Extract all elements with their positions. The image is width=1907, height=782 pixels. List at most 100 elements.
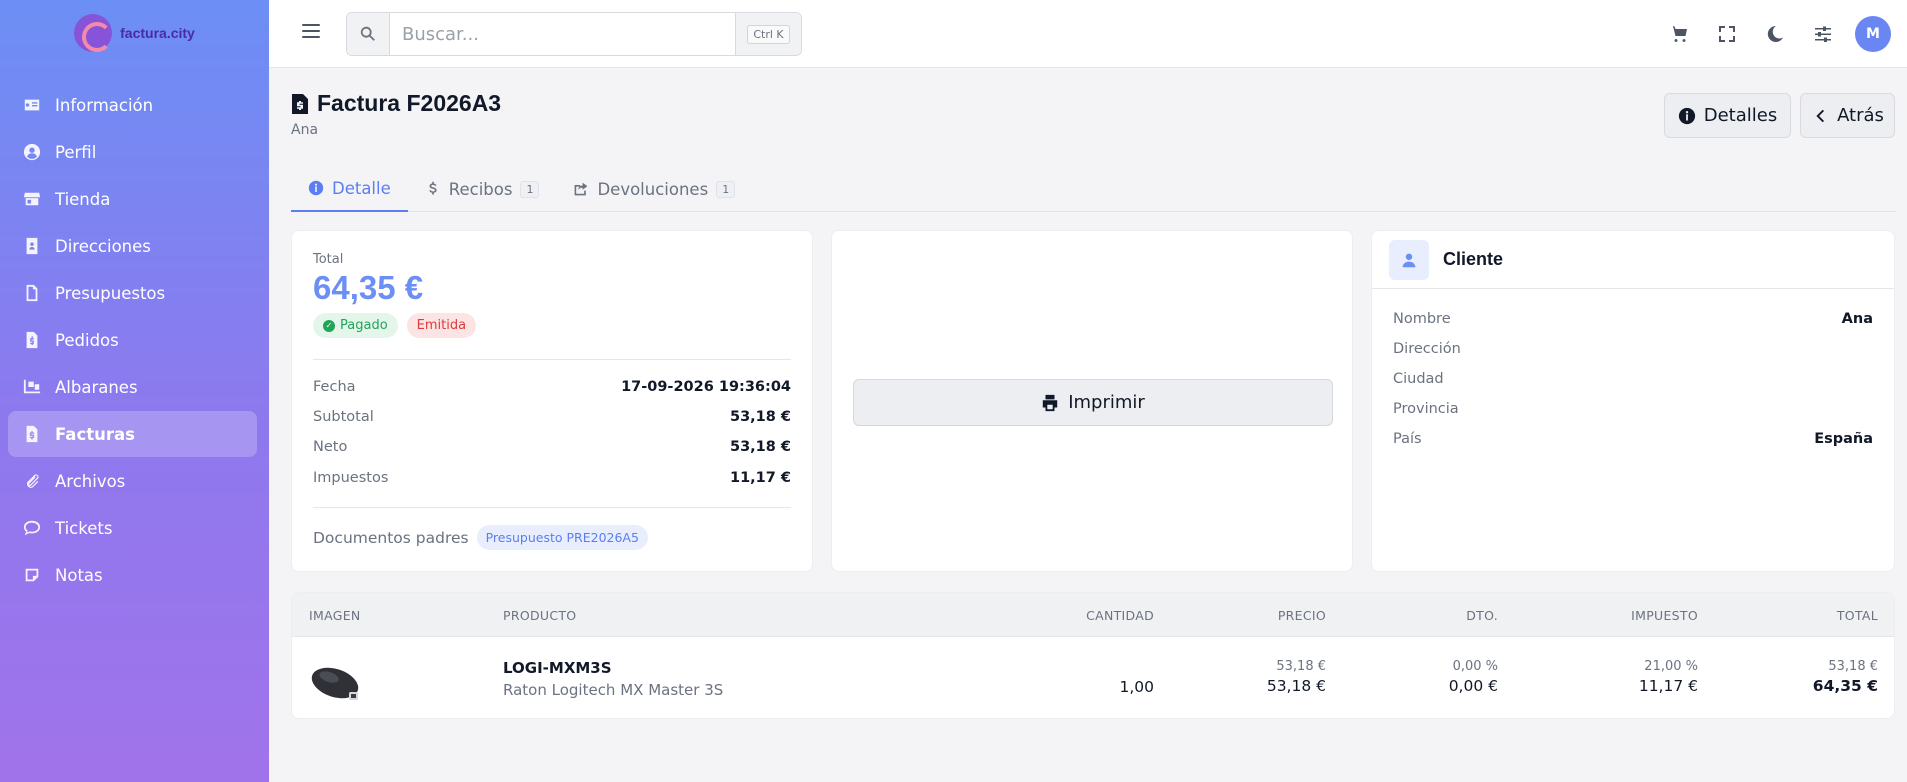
summary-row-fecha: Fecha 17-09-2026 19:36:04 xyxy=(313,379,791,395)
client-row-pais: País España xyxy=(1393,431,1873,447)
truck-loading-icon xyxy=(22,377,42,397)
sidebar-item-label: Presupuestos xyxy=(55,283,166,303)
client-row-key: País xyxy=(1393,431,1422,447)
id-card-icon xyxy=(22,95,42,115)
summary-row-key: Fecha xyxy=(313,379,356,395)
sidebar-item-archivos[interactable]: Archivos xyxy=(8,458,257,504)
line-total-base: 53,18 € xyxy=(1828,659,1878,674)
paperclip-icon xyxy=(22,471,42,491)
sidebar-item-tienda[interactable]: Tienda xyxy=(8,176,257,222)
sidebar-item-presupuestos[interactable]: Presupuestos xyxy=(8,270,257,316)
summary-row-neto: Neto 53,18 € xyxy=(313,439,791,455)
sidebar-item-tickets[interactable]: Tickets xyxy=(8,505,257,551)
file-invoice-dollar-icon xyxy=(292,93,308,114)
page-title: Factura F2026A3 xyxy=(291,90,501,117)
divider xyxy=(313,507,791,508)
summary-row-value: 53,18 € xyxy=(729,439,791,455)
client-row-direccion: Dirección xyxy=(1393,341,1873,357)
tax-cell: 21,00 % 11,17 € xyxy=(1639,659,1698,695)
user-circle-icon xyxy=(22,142,42,162)
parent-document-link[interactable]: Presupuesto PRE2026A5 xyxy=(476,525,648,550)
tab-detalle[interactable]: Detalle xyxy=(291,166,408,212)
client-row-ciudad: Ciudad xyxy=(1393,371,1873,387)
sidebar-item-direcciones[interactable]: Direcciones xyxy=(8,223,257,269)
sidebar-nav: Información Perfil Tienda Direcciones Pr… xyxy=(0,82,269,598)
client-row-key: Nombre xyxy=(1393,311,1451,327)
search-icon[interactable] xyxy=(347,13,390,55)
client-card: Cliente Nombre Ana Dirección Ciudad Prov… xyxy=(1371,230,1895,572)
summary-card: Total 64,35 € ✓ Pagado Emitida Fecha 17-… xyxy=(291,230,813,572)
product-image[interactable] xyxy=(309,659,363,707)
brand-name: factura.city xyxy=(120,25,195,41)
avatar[interactable]: M xyxy=(1855,16,1891,52)
print-button[interactable]: Imprimir xyxy=(853,379,1333,426)
sidebar-item-label: Albaranes xyxy=(55,377,138,397)
divider xyxy=(313,359,791,360)
comment-icon xyxy=(22,518,42,538)
parent-documents-label: Documentos padres xyxy=(313,528,469,547)
tab-bar: Detalle Recibos 1 Devoluciones 1 xyxy=(291,166,1896,212)
file-dollar-icon xyxy=(22,330,42,350)
client-row-provincia: Provincia xyxy=(1393,401,1873,417)
summary-row-value: 17-09-2026 19:36:04 xyxy=(621,379,791,395)
summary-row-impuestos: Impuestos 11,17 € xyxy=(313,470,791,486)
line-quantity: 1,00 xyxy=(1119,678,1154,696)
tab-recibos[interactable]: Recibos 1 xyxy=(408,166,557,212)
tab-devoluciones[interactable]: Devoluciones 1 xyxy=(556,166,752,212)
status-paid-label: Pagado xyxy=(340,318,388,333)
brand-logo-icon xyxy=(74,14,113,52)
sidebar-item-perfil[interactable]: Perfil xyxy=(8,129,257,175)
sidebar-item-label: Notas xyxy=(55,565,103,585)
status-badge-paid: ✓ Pagado xyxy=(313,313,398,338)
sidebar-item-label: Tienda xyxy=(55,189,111,209)
line-price-unit: 53,18 € xyxy=(1276,659,1326,674)
invoice-lines-table: IMAGEN PRODUCTO CANTIDAD PRECIO DTO. IMP… xyxy=(291,592,1895,719)
file-icon xyxy=(22,283,42,303)
quantity-cell: 1,00 xyxy=(1119,675,1154,696)
sidebar-item-label: Facturas xyxy=(55,424,135,444)
file-invoice-icon xyxy=(22,424,42,444)
column-header-product: PRODUCTO xyxy=(503,608,577,623)
settings-sliders-icon[interactable] xyxy=(1799,24,1847,44)
search-shortcut: Ctrl K xyxy=(735,13,801,55)
dollar-icon xyxy=(429,181,437,195)
info-circle-icon xyxy=(308,180,324,196)
print-card: Imprimir xyxy=(831,230,1353,572)
print-button-label: Imprimir xyxy=(1068,392,1145,413)
summary-row-key: Subtotal xyxy=(313,409,374,425)
line-price: 53,18 € xyxy=(1266,677,1326,695)
topbar: Ctrl K M xyxy=(269,0,1907,68)
product-code[interactable]: LOGI-MXM3S xyxy=(503,659,723,677)
summary-row-value: 11,17 € xyxy=(729,470,791,486)
client-card-header: Cliente xyxy=(1372,231,1894,289)
back-button[interactable]: Atrás xyxy=(1800,93,1895,138)
page-subtitle: Ana xyxy=(291,122,319,138)
topbar-actions: M xyxy=(1655,0,1907,68)
summary-row-value: 53,18 € xyxy=(729,409,791,425)
tab-label: Detalle xyxy=(332,178,391,198)
client-row-key: Ciudad xyxy=(1393,371,1444,387)
status-badge-issued: Emitida xyxy=(406,313,477,338)
mouse-product-image xyxy=(311,667,359,700)
printer-icon xyxy=(1042,394,1058,411)
sidebar-item-facturas[interactable]: Facturas xyxy=(8,411,257,457)
search-input[interactable] xyxy=(390,13,735,55)
cart-icon[interactable] xyxy=(1655,24,1703,44)
sidebar-item-informacion[interactable]: Información xyxy=(8,82,257,128)
details-button[interactable]: Detalles xyxy=(1664,93,1791,138)
back-button-label: Atrás xyxy=(1837,105,1884,126)
price-cell: 53,18 € 53,18 € xyxy=(1267,659,1326,695)
sidebar-item-albaranes[interactable]: Albaranes xyxy=(8,364,257,410)
client-card-title: Cliente xyxy=(1443,249,1504,269)
summary-row-subtotal: Subtotal 53,18 € xyxy=(313,409,791,425)
sidebar-item-pedidos[interactable]: Pedidos xyxy=(8,317,257,363)
user-icon xyxy=(1389,239,1429,280)
menu-toggle-icon[interactable] xyxy=(302,24,320,42)
fullscreen-icon[interactable] xyxy=(1703,24,1751,44)
address-book-icon xyxy=(22,236,42,256)
search-bar: Ctrl K xyxy=(346,12,802,56)
sidebar-item-notas[interactable]: Notas xyxy=(8,552,257,598)
dark-mode-moon-icon[interactable] xyxy=(1751,24,1799,44)
brand[interactable]: factura.city xyxy=(0,0,269,66)
line-tax: 11,17 € xyxy=(1638,677,1698,695)
